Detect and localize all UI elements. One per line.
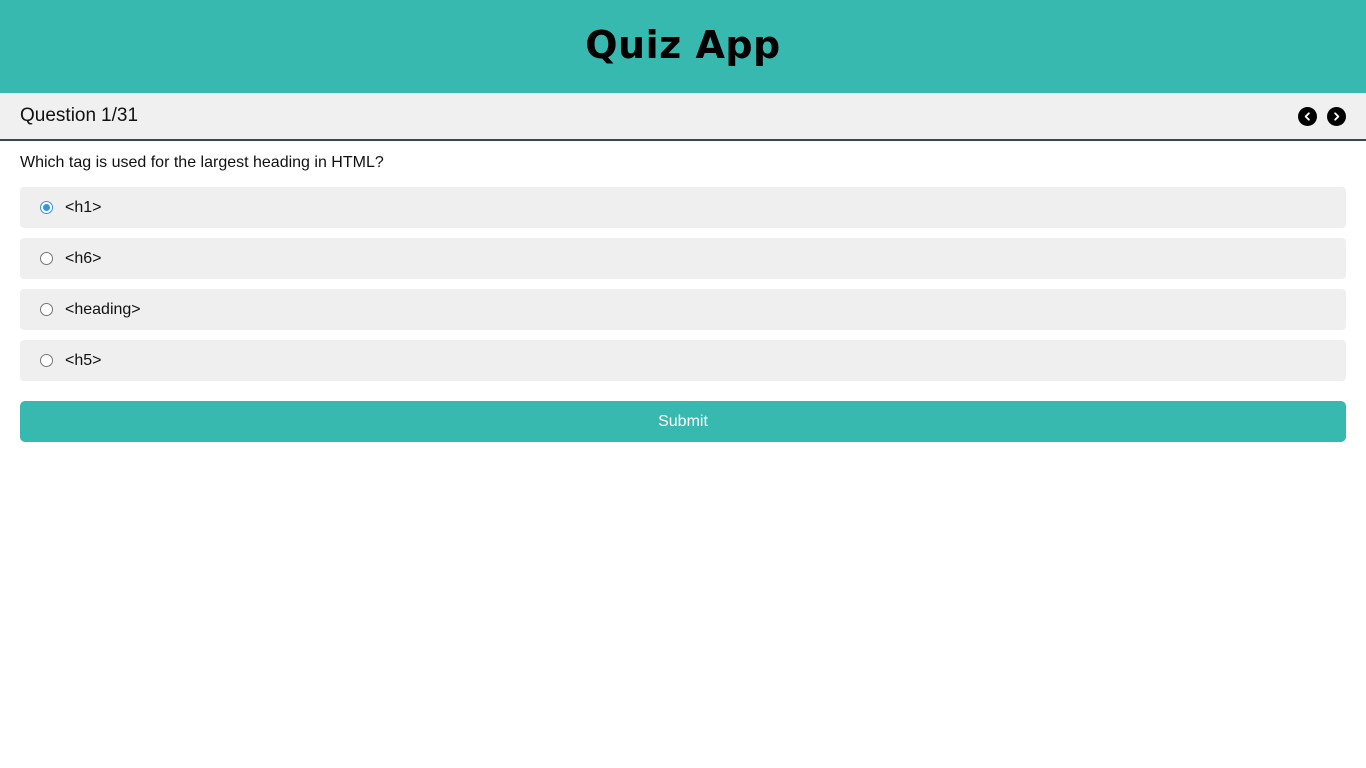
answer-option[interactable]: <h5> (20, 340, 1346, 381)
question-counter-current: 1 (101, 105, 112, 126)
answer-option[interactable]: <h6> (20, 238, 1346, 279)
radio-button[interactable] (40, 354, 53, 367)
radio-button[interactable] (40, 252, 53, 265)
question-counter: Question 1 / 31 (20, 105, 138, 127)
answer-option-label: <heading> (65, 300, 141, 318)
radio-dot (43, 357, 50, 364)
chevron-left-icon (1304, 111, 1310, 121)
radio-button[interactable] (40, 201, 53, 214)
answer-option-label: <h1> (65, 198, 102, 216)
answer-option[interactable]: <h1> (20, 187, 1346, 228)
question-counter-total: 31 (116, 105, 139, 126)
next-question-button[interactable] (1327, 106, 1346, 126)
radio-button[interactable] (40, 303, 53, 316)
answer-options: <h1> <h6> <heading> <h5> (20, 187, 1346, 381)
chevron-right-icon (1334, 111, 1340, 121)
app-title: Quiz App (585, 22, 781, 67)
app-header: Quiz App (0, 0, 1366, 93)
submit-button[interactable]: Submit (20, 401, 1346, 442)
previous-question-button[interactable] (1298, 106, 1317, 126)
question-bar: Question 1 / 31 (0, 93, 1366, 141)
answer-option-label: <h5> (65, 351, 102, 369)
quiz-content: Which tag is used for the largest headin… (0, 141, 1366, 442)
question-nav (1298, 106, 1346, 126)
question-counter-label: Question (20, 105, 97, 126)
answer-option-label: <h6> (65, 249, 102, 267)
radio-dot (43, 204, 50, 211)
radio-dot (43, 306, 50, 313)
radio-dot (43, 255, 50, 262)
answer-option[interactable]: <heading> (20, 289, 1346, 330)
question-text: Which tag is used for the largest headin… (20, 154, 384, 171)
